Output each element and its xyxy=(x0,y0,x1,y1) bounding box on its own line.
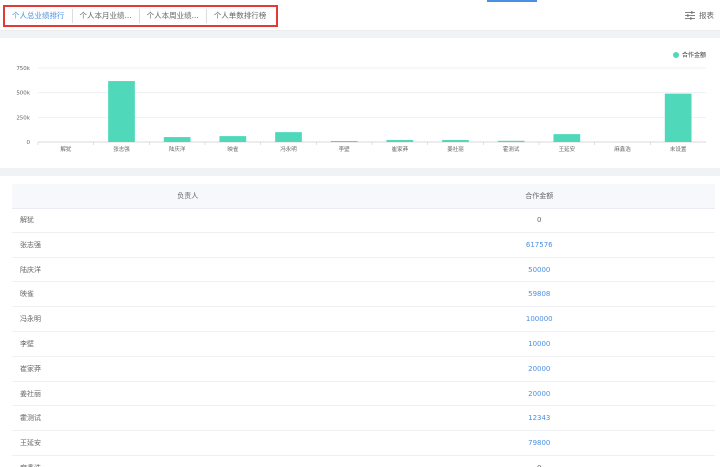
amount-cell[interactable]: 20000 xyxy=(364,382,716,406)
header-amount: 合作金额 xyxy=(525,192,554,200)
bar[interactable] xyxy=(219,136,247,142)
tab-monthly-ranking[interactable]: 个人本月业绩... xyxy=(73,9,140,23)
bar-chart: 0 250k 500k 750k 解犹 张志强 陆庆洋 映雀 冯永明 李壁 崔家莽 姜社丽 霍测试 王延安… xyxy=(16,66,706,153)
y-tick-label: 750k xyxy=(16,66,30,72)
owner-cell: 冯永明 xyxy=(20,315,41,324)
bar[interactable] xyxy=(664,93,692,142)
legend-label: 合作金额 xyxy=(681,52,706,59)
x-tick-label: 麻鑫浩 xyxy=(614,145,631,153)
owner-cell: 解犹 xyxy=(20,216,34,224)
bar[interactable] xyxy=(442,140,469,142)
owner-cell: 崔家莽 xyxy=(20,364,41,373)
table-row: 陆庆洋 50000 xyxy=(12,258,715,283)
y-tick-label: 0 xyxy=(27,140,31,146)
amount-cell: 0 xyxy=(537,216,542,224)
x-tick-label: 未设置 xyxy=(670,145,687,153)
owner-cell: 霍测试 xyxy=(20,414,41,423)
amount-cell[interactable]: 617576 xyxy=(364,233,716,257)
report-button[interactable]: 报表 xyxy=(685,10,714,21)
table-row: 张志强 617576 xyxy=(12,233,715,258)
tab-order-count-ranking[interactable]: 个人单数排行榜 xyxy=(207,9,274,23)
page: 个人总业绩排行 个人本月业绩... 个人本周业绩... 个人单数排行榜 报表 0… xyxy=(0,0,720,467)
x-tick-label: 冯永明 xyxy=(280,145,297,153)
amount-cell[interactable]: 10000 xyxy=(364,332,716,356)
amount-cell[interactable]: 79800 xyxy=(364,431,716,455)
amount-cell[interactable]: 50000 xyxy=(364,258,716,282)
legend-dot xyxy=(672,51,679,58)
report-label: 报表 xyxy=(699,11,714,20)
x-tick-label: 映雀 xyxy=(227,145,239,153)
amount-cell: 0 xyxy=(364,456,716,467)
table-row: 解犹 0 xyxy=(12,208,715,233)
x-tick-label: 李壁 xyxy=(339,145,351,153)
bar[interactable] xyxy=(163,137,191,142)
owner-cell: 姜社丽 xyxy=(20,389,41,398)
amount-cell[interactable]: 59808 xyxy=(364,282,716,306)
bar[interactable] xyxy=(553,134,581,142)
x-tick-label: 霍测试 xyxy=(503,145,520,153)
x-tick-label: 解犹 xyxy=(60,145,72,153)
tab-total-ranking[interactable]: 个人总业绩排行 xyxy=(5,9,73,23)
table-row: 王延安 79800 xyxy=(12,431,715,456)
tab-weekly-ranking[interactable]: 个人本周业绩... xyxy=(140,9,207,23)
owner-cell: 麻鑫浩 xyxy=(12,456,364,467)
owner-cell: 王延安 xyxy=(20,439,41,448)
x-tick-label: 崔家莽 xyxy=(392,145,409,153)
table-row: 麻鑫浩0 xyxy=(12,456,715,467)
bar[interactable] xyxy=(275,132,302,142)
owner-cell: 映雀 xyxy=(20,290,34,299)
filter-sliders-icon xyxy=(685,11,695,20)
bar[interactable] xyxy=(330,141,358,142)
amount-cell[interactable]: 100000 xyxy=(364,307,716,331)
chart-legend[interactable]: 合作金额 xyxy=(672,50,706,59)
y-tick-label: 500k xyxy=(16,91,30,97)
amount-cell[interactable]: 12343 xyxy=(364,406,716,430)
active-indicator xyxy=(487,0,537,2)
owner-cell: 李壁 xyxy=(20,339,34,348)
table-card: 负责人 合作金额 解犹 0 张志强 617576 陆庆洋 50000 映雀 59808 冯永明 1… xyxy=(0,176,720,467)
owner-cell: 张志强 xyxy=(20,240,41,249)
table-row: 崔家莽 20000 xyxy=(12,357,715,382)
owner-cell: 陆庆洋 xyxy=(20,265,41,274)
x-tick-label: 张志强 xyxy=(113,145,130,153)
x-tick-label: 姜社丽 xyxy=(447,145,464,153)
top-bar: 个人总业绩排行 个人本月业绩... 个人本周业绩... 个人单数排行榜 报表 xyxy=(0,0,720,31)
chart-card: 0 250k 500k 750k 解犹 张志强 陆庆洋 映雀 冯永明 李壁 崔家莽 姜社丽 霍测试 王延安… xyxy=(0,38,720,168)
ranking-tabs: 个人总业绩排行 个人本月业绩... 个人本周业绩... 个人单数排行榜 xyxy=(3,5,278,27)
table-row: 霍测试 12343 xyxy=(12,406,716,432)
y-tick-label: 250k xyxy=(16,115,30,121)
header-owner: 负责人 xyxy=(177,192,199,200)
bar[interactable] xyxy=(497,140,525,142)
table-row: 冯永明 100000 xyxy=(12,307,715,332)
table-body: 解犹 0 张志强 617576 陆庆洋 50000 映雀 59808 冯永明 100000 李壁 10… xyxy=(12,208,715,467)
table-row: 映雀 59808 xyxy=(12,282,716,308)
x-tick-label: 陆庆洋 xyxy=(169,145,186,153)
table-header: 负责人 合作金额 xyxy=(12,184,715,209)
amount-cell[interactable]: 20000 xyxy=(364,357,716,381)
table-row: 姜社丽 20000 xyxy=(12,382,715,407)
x-tick-label: 王延安 xyxy=(559,145,576,153)
table-row: 李壁 10000 xyxy=(12,332,715,357)
bar[interactable] xyxy=(386,140,414,142)
bar[interactable] xyxy=(108,81,135,142)
